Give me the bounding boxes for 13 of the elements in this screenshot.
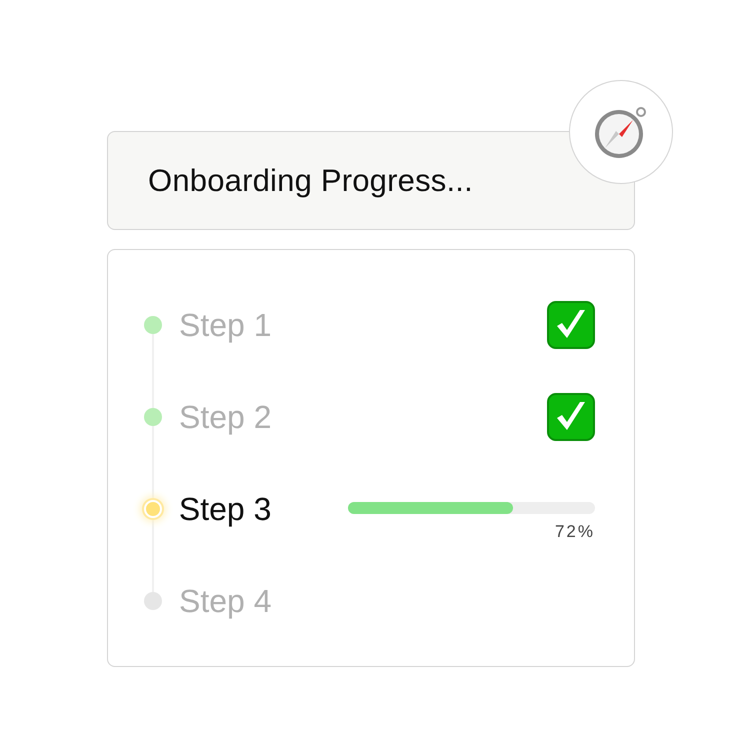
step-label: Step 2 — [179, 398, 273, 436]
progress-percent: 72% — [554, 522, 595, 542]
step-label: Step 3 — [178, 490, 272, 528]
step-label: Step 1 — [179, 306, 273, 344]
step-label: Step 4 — [179, 582, 273, 620]
status-dot — [144, 592, 162, 610]
compass-icon — [593, 104, 649, 160]
status-dot — [144, 408, 162, 426]
status-dot — [144, 500, 162, 518]
status-dot — [144, 316, 162, 334]
checkmark-icon — [547, 301, 595, 349]
checkmark-icon — [547, 393, 595, 441]
header-title: Onboarding Progress... — [148, 162, 473, 198]
